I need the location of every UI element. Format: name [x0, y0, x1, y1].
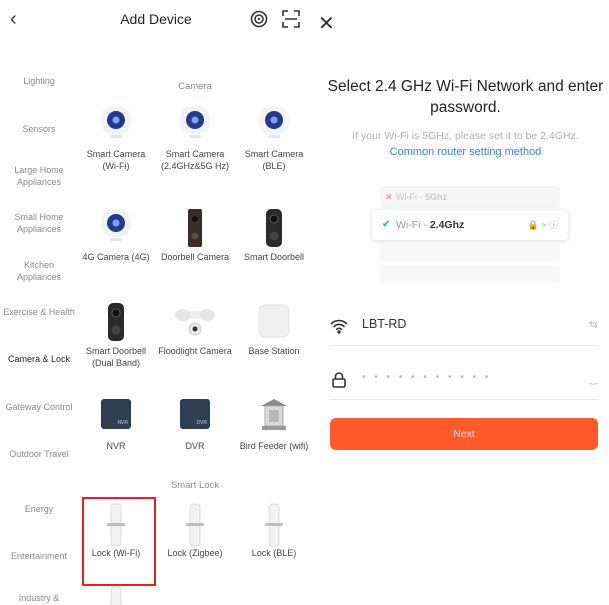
router-setting-link[interactable]: Common router setting method	[322, 146, 609, 158]
device-label: Lock (Wi-Fi)	[91, 548, 141, 558]
wifi-setup-panel: ✕ Select 2.4 GHz Wi-Fi Network and enter…	[312, 0, 609, 605]
device-label: DVR	[185, 441, 205, 451]
device-lock-wifi[interactable]: Lock (Wi-Fi)	[78, 503, 154, 560]
device-smart-camera-ble[interactable]: Smart Camera (BLE)	[236, 104, 312, 172]
category-entertainment[interactable]: Entertainment	[2, 550, 76, 562]
device-smart-camera-wifi[interactable]: Smart Camera (Wi-Fi)	[78, 104, 154, 172]
wifi-5g-row: ✕ Wi-Fi - 5Ghz	[380, 186, 560, 208]
wifi-status-icons: 🔒 ≈ ⓘ	[527, 220, 558, 230]
device-smart-camera-dual-band[interactable]: Smart Camera (2.4GHz&5G Hz)	[157, 104, 233, 172]
device-smart-doorbell[interactable]: Smart Doorbell	[236, 207, 312, 264]
device-label: Doorbell Camera	[160, 252, 230, 262]
check-icon: ✔	[382, 219, 391, 230]
qr-scan-icon[interactable]	[282, 10, 300, 28]
device-label: Base Station	[248, 346, 300, 356]
device-label: Lock (Zigbee)	[167, 548, 223, 558]
wifi-password-field[interactable]: • • • • • • • • • • • ‿	[330, 360, 598, 400]
wifi-title: Select 2.4 GHz Wi-Fi Network and enter p…	[327, 78, 604, 116]
device-label: NVR	[106, 441, 126, 451]
wifi-ssid-field[interactable]: LBT-RD ⇆	[330, 306, 598, 346]
section-camera: Camera	[178, 81, 212, 92]
device-floodlight-camera[interactable]: Floodlight Camera	[157, 301, 233, 358]
device-label: Smart Camera (2.4GHz&5G Hz)	[160, 149, 229, 171]
ghost-row	[380, 244, 560, 262]
device-label: Smart Doorbell (Dual Band)	[85, 346, 147, 368]
device-label: Floodlight Camera	[158, 346, 232, 356]
category-sensors[interactable]: Sensors	[2, 123, 76, 135]
device-4g-camera[interactable]: 4G Camera (4G)	[78, 207, 154, 264]
device-lock-zigbee[interactable]: Lock (Zigbee)	[157, 503, 233, 560]
dvr-tag: DVR	[196, 420, 207, 426]
device-label: Smart Camera (Wi-Fi)	[86, 149, 146, 171]
category-large-home-appliances[interactable]: Large Home Appliances	[2, 164, 76, 188]
device-bird-feeder[interactable]: Bird Feeder (wifi)	[236, 396, 312, 453]
wifi-band-illustration: ✕ Wi-Fi - 5Ghz ✔ Wi-Fi - 2.4Ghz 🔒 ≈ ⓘ	[372, 186, 568, 286]
device-label: Bird Feeder (wifi)	[239, 441, 309, 451]
eye-hidden-icon[interactable]: ‿	[589, 372, 598, 385]
category-outdoor-travel[interactable]: Outdoor Travel	[2, 448, 76, 460]
category-kitchen-appliances[interactable]: Kitchen Appliances	[2, 259, 76, 283]
category-lighting[interactable]: Lighting	[2, 75, 76, 87]
header: ‹ Add Device	[0, 0, 312, 40]
password-value: • • • • • • • • • • •	[362, 372, 492, 383]
wifi-hint: If your Wi-Fi is 5GHz, please set it to …	[352, 130, 579, 142]
wifi-ssid-value: LBT-RD	[362, 317, 407, 331]
device-smart-doorbell-dual-band[interactable]: Smart Doorbell (Dual Band)	[78, 301, 154, 369]
device-base-station[interactable]: Base Station	[236, 301, 312, 358]
category-energy[interactable]: Energy	[2, 503, 76, 515]
device-dvr[interactable]: DVR DVR	[157, 396, 233, 453]
ghost-row	[380, 265, 560, 283]
next-button[interactable]: Next	[330, 418, 598, 450]
device-lock-partial[interactable]	[78, 586, 154, 605]
switch-network-icon[interactable]: ⇆	[589, 318, 598, 331]
category-industry[interactable]: Industry &	[2, 592, 76, 604]
add-device-panel: ‹ Add Device Lighting Sensors Large Home…	[0, 0, 312, 605]
device-label: Smart Camera (BLE)	[244, 149, 304, 171]
cross-icon: ✕	[385, 192, 393, 202]
device-lock-ble[interactable]: Lock (BLE)	[236, 503, 312, 560]
category-exercise-health[interactable]: Exercise & Health	[2, 306, 76, 318]
device-label: Lock (BLE)	[251, 548, 297, 558]
device-label: Smart Doorbell	[243, 252, 305, 262]
category-camera-lock[interactable]: Camera & Lock	[2, 353, 76, 365]
section-smart-lock: Smart Lock	[170, 480, 220, 491]
device-nvr[interactable]: NVR NVR	[78, 396, 154, 453]
device-label: 4G Camera (4G)	[82, 252, 150, 262]
nvr-tag: NVR	[117, 420, 128, 426]
wifi-icon	[330, 317, 348, 335]
close-icon[interactable]: ✕	[318, 14, 335, 34]
wifi-24g-row: ✔ Wi-Fi - 2.4Ghz 🔒 ≈ ⓘ	[372, 210, 568, 240]
lock-icon	[330, 371, 348, 389]
scan-nearby-icon[interactable]	[250, 10, 268, 28]
device-doorbell-camera[interactable]: Doorbell Camera	[157, 207, 233, 264]
category-small-home-appliances[interactable]: Small Home Appliances	[2, 211, 76, 235]
category-gateway-control[interactable]: Gateway Control	[2, 401, 76, 413]
